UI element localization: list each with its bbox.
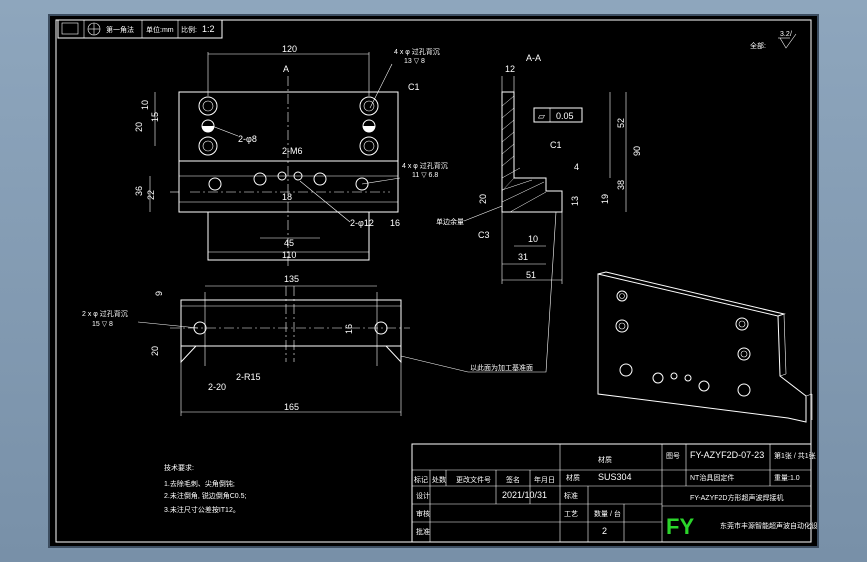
- chamfer-c1: C1: [408, 82, 420, 92]
- sec-dim-12: 12: [505, 64, 515, 74]
- hole-phi8: 2-φ8: [238, 134, 257, 144]
- section-ref-a: A: [283, 64, 289, 74]
- cad-drawing: 第一角法 单位:mm 比例: 1:2 全部: 3.2 / 120 10 15 2…: [55, 19, 853, 543]
- leader-note: 以此面为加工基准面: [470, 363, 533, 372]
- dim-22: 22: [146, 190, 156, 200]
- hole-depth: 11 ▽ 6.8: [412, 172, 438, 179]
- sec-dim-31: 31: [518, 252, 528, 262]
- sec-dim-13: 13: [570, 196, 580, 206]
- dim-120: 120: [282, 44, 297, 54]
- thread-m6: 2-M6: [282, 146, 303, 156]
- bot-note: 2 x φ 过孔背沉: [82, 309, 128, 318]
- section-title: A-A: [526, 53, 541, 63]
- header-box: 第一角法 单位:mm 比例: 1:2: [57, 19, 223, 39]
- sec-dim-10: 10: [528, 234, 538, 244]
- sec-chamfer-c3: C3: [478, 230, 490, 240]
- sec-dim-38: 38: [616, 180, 626, 190]
- roughness-symbol: 全部: 3.2 /: [750, 31, 797, 50]
- tap-depth: 13 ▽ 8: [404, 58, 425, 65]
- sec-dim-19: 19: [600, 194, 610, 204]
- review-label: 审核: [416, 509, 430, 518]
- designer-label: 设计: [416, 491, 430, 500]
- tech-notes: 技术要求: 1.去除毛刺、尖角倒钝; 2.未注倒角, 锐边倒角C0.5; 3.未…: [164, 463, 247, 514]
- roughness-check: /: [790, 31, 792, 38]
- dim-10: 10: [140, 100, 150, 110]
- material-value: SUS304: [598, 472, 632, 482]
- bottom-view: 135 165 9 16 20 2-R15 2-20 2 x φ 过孔背沉 15…: [82, 211, 557, 416]
- projection-symbol-icon: [61, 22, 79, 35]
- sec-dim-90: 90: [632, 146, 642, 156]
- hdr-date: 年月日: [534, 475, 555, 484]
- tech-item-2: 2.未注倒角, 锐边倒角C0.5;: [164, 491, 247, 500]
- bot-dim-135: 135: [284, 274, 299, 284]
- design-date: 2021/10/31: [502, 490, 547, 500]
- dim-45: 45: [284, 238, 294, 248]
- qty-value: 2: [602, 526, 607, 536]
- bot-radius: 2-R15: [236, 372, 261, 382]
- bot-angle: 2-20: [208, 382, 226, 392]
- bot-dim-20: 20: [150, 346, 160, 356]
- sec-note-left: 单边余量: [436, 217, 464, 226]
- sheet-label: 第1张 / 共1张: [774, 451, 816, 460]
- bot-note-depth: 15 ▽ 8: [92, 321, 113, 328]
- tap-note: 4 x φ 过孔背沉: [394, 47, 440, 56]
- qty-label: 数量 / 台: [594, 509, 621, 518]
- flatness-symbol: ▱: [538, 111, 545, 121]
- material-label-2: 材质: [566, 473, 580, 482]
- flatness-value: 0.05: [556, 111, 574, 121]
- weight-label: 重量:1.0: [774, 474, 800, 482]
- slot-16: 16: [390, 218, 400, 228]
- sec-dim-51: 51: [526, 270, 536, 280]
- front-view: 120 10 15 20 36 22 18 45 110 C1 2-M6 2-φ…: [134, 44, 448, 268]
- drawing-no: FY-AZYF2D-07-23: [690, 450, 764, 460]
- dim-18: 18: [282, 192, 292, 202]
- tech-item-1: 1.去除毛刺、尖角倒钝;: [164, 479, 235, 488]
- dim-110: 110: [282, 250, 296, 260]
- dim-36: 36: [134, 186, 144, 196]
- scale-value: 1:2: [202, 24, 215, 34]
- hdr-mark: 标记: [414, 475, 428, 484]
- hdr-sign: 签名: [506, 475, 520, 484]
- dim-15: 15: [150, 112, 160, 122]
- roughness-prefix: 全部:: [750, 41, 766, 50]
- tech-title: 技术要求:: [164, 463, 194, 472]
- bot-dim-165: 165: [284, 402, 299, 412]
- company-name: 东莞市丰源智能超声波自动化设备有限公司: [720, 521, 817, 530]
- hole-note: 4 x φ 过孔背沉: [402, 161, 448, 170]
- border-frame: [55, 19, 812, 543]
- company-logo: FY: [666, 514, 694, 539]
- sec-dim-52: 52: [616, 118, 626, 128]
- bot-dim-9: 9: [154, 291, 164, 296]
- drawing-no-label: 图号: [666, 452, 680, 460]
- approve-label: 批准: [416, 527, 430, 536]
- title-block: 材质 SUS304 材质 图号 FY-AZYF2D-07-23 第1张 / 共1…: [411, 443, 853, 543]
- dim-20: 20: [134, 122, 144, 132]
- process-label: 工艺: [564, 510, 578, 518]
- drawing-sheet: 第一角法 单位:mm 比例: 1:2 全部: 3.2 / 120 10 15 2…: [48, 14, 853, 548]
- part-name: NT治具固定件: [690, 473, 734, 482]
- hdr-change: 更改文件号: [456, 475, 491, 484]
- section-view: A-A 12 ▱ 0.05 90 52 38 19 13 20 4 10 31 …: [436, 53, 642, 284]
- scale-label: 比例:: [181, 25, 197, 34]
- bot-dim-16: 16: [344, 324, 354, 334]
- std-label: 标准: [564, 491, 578, 500]
- roughness-value: 3.2: [780, 31, 790, 38]
- unit-label: 单位:mm: [146, 25, 174, 34]
- sec-dim-4: 4: [574, 162, 579, 172]
- projection-label: 第一角法: [106, 25, 134, 34]
- sec-chamfer-c1: C1: [550, 140, 562, 150]
- material-label: 材质: [598, 455, 612, 464]
- hdr-qty: 处数: [432, 475, 446, 484]
- hole-phi12: 2-φ12: [350, 218, 374, 228]
- isometric-view: [597, 271, 813, 423]
- sec-dim-20: 20: [478, 194, 488, 204]
- assembly-name: FY-AZYF2D方形超声波焊接机: [690, 493, 783, 502]
- tech-item-3: 3.未注尺寸公差按IT12。: [164, 505, 240, 514]
